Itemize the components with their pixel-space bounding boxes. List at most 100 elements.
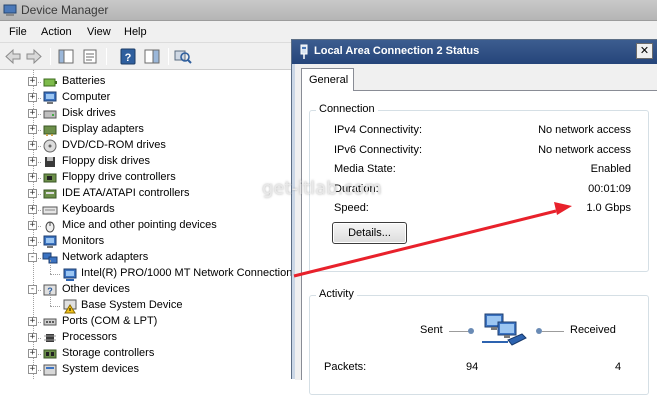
media-state-label: Media State: xyxy=(334,163,396,175)
tree-item-batteries[interactable]: + Batteries xyxy=(0,74,300,90)
tab-general[interactable]: General xyxy=(301,68,354,91)
menu-help[interactable]: Help xyxy=(124,26,147,38)
action-pane-icon[interactable] xyxy=(142,47,162,66)
tree-item-label: Disk drives xyxy=(62,107,116,119)
expand-icon[interactable]: + xyxy=(28,205,37,214)
device-manager-titlebar[interactable]: Device Manager xyxy=(0,0,657,21)
expand-icon[interactable]: + xyxy=(28,109,37,118)
tree-item-label: DVD/CD-ROM drives xyxy=(62,139,166,151)
packets-received-value: 4 xyxy=(615,361,622,373)
sent-activity-line xyxy=(449,331,469,332)
dialog-titlebar[interactable]: Local Area Connection 2 Status ✕ xyxy=(292,40,657,64)
tree-item-other-devices[interactable]: -? Other devices xyxy=(0,282,300,298)
tree-item-ports-com-lpt[interactable]: + Ports (COM & LPT) xyxy=(0,314,300,330)
device-tree: + Batteries + Computer + Disk drives + Display … xyxy=(0,70,300,379)
menu-file[interactable]: File xyxy=(9,26,27,38)
tree-item-label: Other devices xyxy=(62,283,130,295)
display-adapter-icon xyxy=(43,125,57,136)
connection-group-label: Connection xyxy=(316,103,378,115)
floppy-disk-icon xyxy=(45,157,55,167)
tree-item-monitors[interactable]: + Monitors xyxy=(0,234,300,250)
tree-item-base-system-device[interactable]: Base System Device xyxy=(0,292,300,314)
close-icon: ✕ xyxy=(639,44,650,57)
tree-branch-line xyxy=(50,292,51,306)
tree-item-storage-controllers[interactable]: + Storage controllers xyxy=(0,346,300,362)
expand-icon[interactable]: + xyxy=(28,173,37,182)
ipv4-value: No network access xyxy=(538,124,631,136)
collapse-icon[interactable]: - xyxy=(28,253,37,262)
expand-icon[interactable]: + xyxy=(28,189,37,198)
tree-item-keyboards[interactable]: + Keyboards xyxy=(0,202,300,218)
tree-item-system-devices[interactable]: + System devices xyxy=(0,362,300,378)
system-device-icon xyxy=(43,364,57,376)
console-tree-icon[interactable] xyxy=(56,47,76,66)
activity-group: Activity Sent Received Packets: 94 4 xyxy=(309,288,649,395)
tree-item-dvd-cd-rom-drives[interactable]: + DVD/CD-ROM drives xyxy=(0,138,300,154)
scan-hardware-icon[interactable] xyxy=(173,47,193,66)
ipv6-value: No network access xyxy=(538,144,631,156)
toolbar-separator xyxy=(50,48,51,65)
expand-icon[interactable]: + xyxy=(28,77,37,86)
tree-item-computer[interactable]: + Computer xyxy=(0,90,300,106)
tree-item-label: Intel(R) PRO/1000 MT Network Connection xyxy=(81,267,293,279)
tree-item-floppy-disk-drives[interactable]: + Floppy disk drives xyxy=(0,154,300,170)
warning-device-icon xyxy=(63,299,77,314)
expand-icon[interactable]: + xyxy=(28,221,37,230)
svg-text:?: ? xyxy=(125,52,132,64)
network-activity-icon xyxy=(482,313,527,346)
tree-item-intel-r-pro-1000-mt-network-connection[interactable]: Intel(R) PRO/1000 MT Network Connection xyxy=(0,260,300,282)
properties-icon[interactable] xyxy=(80,47,100,66)
tree-item-network-adapters[interactable]: - Network adapters xyxy=(0,250,300,266)
tree-item-label: Computer xyxy=(62,91,111,103)
tree-item-label: Processors xyxy=(62,331,118,343)
details-button[interactable]: Details... xyxy=(332,222,407,244)
ide-controller-icon xyxy=(43,189,57,199)
close-button[interactable]: ✕ xyxy=(636,43,653,59)
tree-item-label: Base System Device xyxy=(81,299,183,311)
expand-icon[interactable]: + xyxy=(28,93,37,102)
packets-label: Packets: xyxy=(324,361,367,373)
tree-item-processors[interactable]: + Processors xyxy=(0,330,300,346)
forward-arrow-icon[interactable] xyxy=(24,47,44,66)
expand-icon[interactable]: + xyxy=(28,317,37,326)
tree-item-display-adapters[interactable]: + Display adapters xyxy=(0,122,300,138)
tree-item-label: Monitors xyxy=(62,235,105,247)
general-tab-panel: Connection IPv4 Connectivity: No network… xyxy=(301,90,657,395)
dvd-drive-icon xyxy=(43,139,57,153)
processor-icon xyxy=(44,334,56,342)
tree-item-ide-ata-atapi-controllers[interactable]: + IDE ATA/ATAPI controllers xyxy=(0,186,300,202)
storage-controller-icon xyxy=(43,349,57,359)
battery-icon xyxy=(43,78,57,87)
window-title: Device Manager xyxy=(21,3,109,17)
tree-item-mice-and-other-pointing-devices[interactable]: + Mice and other pointing devices xyxy=(0,218,300,234)
help-icon[interactable]: ? xyxy=(118,47,138,66)
menu-action[interactable]: Action xyxy=(41,26,72,38)
expand-icon[interactable]: + xyxy=(28,125,37,134)
mouse-icon xyxy=(45,221,55,233)
toolbar-separator xyxy=(168,48,169,65)
back-arrow-icon[interactable] xyxy=(3,47,23,66)
tree-item-floppy-drive-controllers[interactable]: + Floppy drive controllers xyxy=(0,170,300,186)
sent-label: Sent xyxy=(420,324,443,336)
tree-item-disk-drives[interactable]: + Disk drives xyxy=(0,106,300,122)
tree-item-label: Batteries xyxy=(62,75,106,87)
media-state-value: Enabled xyxy=(590,163,631,175)
expand-icon[interactable]: + xyxy=(28,157,37,166)
tree-item-label: System devices xyxy=(62,363,140,375)
disk-drive-icon xyxy=(43,110,57,119)
expand-icon[interactable]: + xyxy=(28,365,37,374)
tree-branch-line xyxy=(50,260,51,274)
activity-group-label: Activity xyxy=(316,288,357,300)
expand-icon[interactable]: + xyxy=(28,333,37,342)
expand-icon[interactable]: + xyxy=(28,141,37,150)
tree-item-label: Network adapters xyxy=(62,251,149,263)
collapse-icon[interactable]: - xyxy=(28,285,37,294)
computer-icon xyxy=(43,91,57,104)
connection-group: Connection IPv4 Connectivity: No network… xyxy=(309,103,649,272)
expand-icon[interactable]: + xyxy=(28,349,37,358)
menu-view[interactable]: View xyxy=(87,26,111,38)
tree-item-label: Storage controllers xyxy=(62,347,155,359)
expand-icon[interactable]: + xyxy=(28,237,37,246)
ipv4-label: IPv4 Connectivity: xyxy=(334,124,423,136)
tree-item-label: Display adapters xyxy=(62,123,144,135)
